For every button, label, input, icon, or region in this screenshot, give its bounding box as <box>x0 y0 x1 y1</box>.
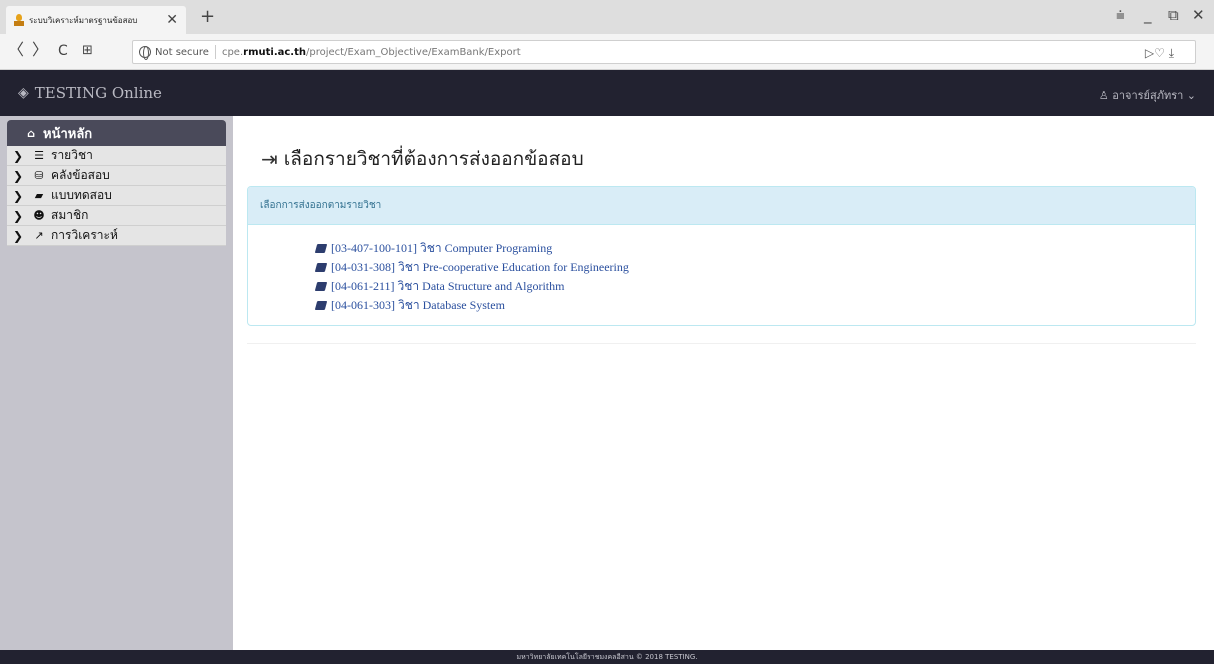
book-icon <box>314 244 328 253</box>
sidebar-item-members[interactable]: ❯ ☻ สมาชิก <box>7 206 226 226</box>
sidebar-menu: ⌂ หน้าหลัก ❯ ☰ รายวิชา ❯ ⛁ คลังข้อสอบ ❯ … <box>7 120 226 246</box>
line-chart-icon: ↗ <box>34 229 44 242</box>
tab-title: ระบบวิเคราะห์มาตรฐานข้อสอบ <box>29 15 138 25</box>
course-list: [03-407-100-101] วิชา Computer Programin… <box>248 225 1195 315</box>
page-title-text: เลือกรายวิชาที่ต้องการส่งออกข้อสอบ <box>283 148 584 170</box>
sidebar-item-label: หน้าหลัก <box>43 126 93 142</box>
chevron-right-icon: ❯ <box>13 168 24 183</box>
export-panel: เลือกการส่งออกตามรายวิชา [03-407-100-101… <box>247 186 1196 326</box>
list-icon: ☰ <box>34 149 44 162</box>
close-window-button[interactable]: ✕ <box>1192 6 1205 24</box>
url-host: rmuti.ac.th <box>243 46 306 58</box>
url-prefix: cpe. <box>221 46 244 58</box>
page-title: ⇥ เลือกรายวิชาที่ต้องการส่งออกข้อสอบ <box>261 144 584 174</box>
sidebar-item-label: คลังข้อสอบ <box>51 168 110 182</box>
sidebar-item-label: รายวิชา <box>51 148 93 162</box>
url-input[interactable]: Not secure cpe. rmuti.ac.th /project/Exa… <box>132 40 1196 64</box>
home-icon: ⌂ <box>27 126 35 140</box>
course-link[interactable]: [04-061-303] วิชา Database System <box>314 296 1195 315</box>
sidebar-item-courses[interactable]: ❯ ☰ รายวิชา <box>7 146 226 166</box>
course-label: [03-407-100-101] วิชา Computer Programin… <box>331 241 553 255</box>
tab-close-icon[interactable]: ✕ <box>166 13 178 27</box>
browser-tab[interactable]: ระบบวิเคราะห์มาตรฐานข้อสอบ ✕ <box>6 6 186 34</box>
url-path: /project/Exam_Objective/ExamBank/Export <box>306 46 521 58</box>
course-label: [04-061-211] วิชา Data Structure and Alg… <box>331 279 565 293</box>
address-bar-row: 〈 〉 C ⊞ Not secure cpe. rmuti.ac.th /pro… <box>0 34 1214 70</box>
chevron-right-icon: ❯ <box>13 148 24 163</box>
course-link[interactable]: [04-061-211] วิชา Data Structure and Alg… <box>314 277 1195 296</box>
site-favicon-icon <box>14 14 24 26</box>
main-content: ⇥ เลือกรายวิชาที่ต้องการส่งออกข้อสอบ เลื… <box>233 116 1214 650</box>
minimize-button[interactable]: _ <box>1144 6 1152 24</box>
restore-button[interactable]: ⧉ <box>1168 6 1179 24</box>
new-tab-button[interactable]: + <box>200 6 215 27</box>
url-divider <box>214 45 216 59</box>
sidebar-item-home[interactable]: ⌂ หน้าหลัก <box>7 120 226 146</box>
brand-name: TESTING Online <box>34 84 162 102</box>
book-icon <box>314 263 328 272</box>
layers-icon: ◈ <box>18 85 29 101</box>
globe-icon <box>139 46 151 60</box>
panel-heading: เลือกการส่งออกตามรายวิชา <box>248 187 1195 225</box>
tab-menu-icon[interactable]: ⩧ <box>1116 6 1125 24</box>
brand[interactable]: ◈ TESTING Online <box>18 84 162 102</box>
panel-divider <box>247 334 1196 344</box>
book-icon <box>314 282 328 291</box>
user-menu[interactable]: ♙ อาจารย์สุภัทรา ⌄ <box>1099 86 1196 104</box>
course-label: [04-061-303] วิชา Database System <box>331 298 505 312</box>
apps-icon[interactable]: ⊞ <box>82 44 93 57</box>
course-link[interactable]: [04-031-308] วิชา Pre-cooperative Educat… <box>314 258 1195 277</box>
sidebar-item-analysis[interactable]: ❯ ↗ การวิเคราะห์ <box>7 226 226 246</box>
course-label: [04-031-308] วิชา Pre-cooperative Educat… <box>331 260 629 274</box>
forward-button[interactable]: 〉 <box>32 42 48 58</box>
chevron-right-icon: ❯ <box>13 208 24 223</box>
sign-in-icon: ⇥ <box>261 147 278 171</box>
browser-tab-strip: ระบบวิเคราะห์มาตรฐานข้อสอบ ✕ + ⩧ _ ⧉ ✕ <box>0 0 1214 34</box>
user-name: อาจารย์สุภัทรา ⌄ <box>1112 89 1196 102</box>
database-icon: ⛁ <box>34 169 44 182</box>
sidebar-item-label: แบบทดสอบ <box>51 188 112 202</box>
course-link[interactable]: [03-407-100-101] วิชา Computer Programin… <box>314 239 1195 258</box>
not-secure-label: Not secure <box>155 46 209 58</box>
bookmark-icons[interactable]: ▷♡ ⤓ <box>1145 46 1174 61</box>
sidebar-item-tests[interactable]: ❯ ▰ แบบทดสอบ <box>7 186 226 206</box>
users-icon: ☻ <box>33 209 45 222</box>
chevron-right-icon: ❯ <box>13 188 24 203</box>
book-icon <box>314 301 328 310</box>
sidebar-item-exam-bank[interactable]: ❯ ⛁ คลังข้อสอบ <box>7 166 226 186</box>
chevron-right-icon: ❯ <box>13 228 24 243</box>
user-icon: ♙ <box>1098 89 1113 102</box>
sidebar-item-label: การวิเคราะห์ <box>51 228 118 242</box>
footer: มหาวิทยาลัยเทคโนโลยีราชมงคลอีสาน © 2018 … <box>0 650 1214 664</box>
sidebar: ⌂ หน้าหลัก ❯ ☰ รายวิชา ❯ ⛁ คลังข้อสอบ ❯ … <box>0 116 233 650</box>
site-navbar: ◈ TESTING Online ♙ อาจารย์สุภัทรา ⌄ <box>0 70 1214 116</box>
sidebar-item-label: สมาชิก <box>51 208 89 222</box>
reload-button[interactable]: C <box>58 44 68 58</box>
back-button[interactable]: 〈 <box>8 42 24 58</box>
book-icon: ▰ <box>34 189 44 202</box>
